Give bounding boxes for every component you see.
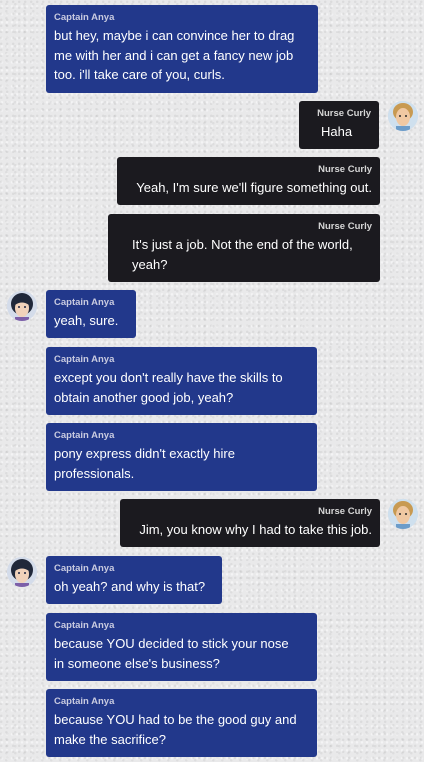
sender-name: Captain Anya bbox=[54, 354, 115, 365]
message-bubble: Nurse Curly Yeah, I'm sure we'll figure … bbox=[117, 157, 380, 205]
message-text: because YOU had to be the good guy and m… bbox=[54, 712, 297, 747]
message-text: yeah, sure. bbox=[54, 313, 119, 328]
message-text: oh yeah? and why is that? bbox=[54, 579, 206, 594]
sender-name: Captain Anya bbox=[54, 563, 115, 574]
message-bubble: Captain Anya because YOU had to be the g… bbox=[46, 689, 317, 757]
sender-name: Captain Anya bbox=[54, 620, 115, 631]
message-bubble: Captain Anya oh yeah? and why is that? bbox=[46, 556, 222, 604]
message-bubble: Captain Anya except you don't really hav… bbox=[46, 347, 317, 415]
message-text: Haha bbox=[321, 124, 353, 139]
sender-name: Nurse Curly bbox=[318, 506, 372, 517]
avatar-nurse-curly-icon bbox=[388, 499, 418, 529]
avatar-captain-anya-icon bbox=[7, 291, 37, 321]
sender-name: Captain Anya bbox=[54, 297, 115, 308]
message-bubble: Nurse Curly It's just a job. Not the end… bbox=[108, 214, 380, 282]
message-text: but hey, maybe i can convince her to dra… bbox=[54, 28, 295, 82]
sender-name: Captain Anya bbox=[54, 430, 115, 441]
message-text: except you don't really have the skills … bbox=[54, 370, 283, 405]
message-bubble: Nurse Curly Jim, you know why I had to t… bbox=[120, 499, 380, 547]
message-text: because YOU decided to stick your nose i… bbox=[54, 636, 289, 671]
message-text: It's just a job. Not the end of the worl… bbox=[132, 237, 353, 272]
message-bubble: Captain Anya pony express didn't exactly… bbox=[46, 423, 317, 491]
avatar-nurse-curly-icon bbox=[388, 101, 418, 131]
message-bubble: Captain Anya because YOU decided to stic… bbox=[46, 613, 317, 681]
message-text: Yeah, I'm sure we'll figure something ou… bbox=[136, 180, 372, 195]
sender-name: Captain Anya bbox=[54, 696, 115, 707]
avatar-captain-anya-icon bbox=[7, 557, 37, 587]
sender-name: Nurse Curly bbox=[317, 108, 371, 119]
sender-name: Nurse Curly bbox=[318, 221, 372, 232]
message-text: pony express didn't exactly hire profess… bbox=[54, 446, 235, 481]
message-bubble: Captain Anya but hey, maybe i can convin… bbox=[46, 5, 318, 93]
message-bubble: Captain Anya yeah, sure. bbox=[46, 290, 136, 338]
message-bubble: Nurse Curly Haha bbox=[299, 101, 379, 149]
sender-name: Nurse Curly bbox=[318, 164, 372, 175]
sender-name: Captain Anya bbox=[54, 12, 115, 23]
message-text: Jim, you know why I had to take this job… bbox=[139, 522, 372, 537]
